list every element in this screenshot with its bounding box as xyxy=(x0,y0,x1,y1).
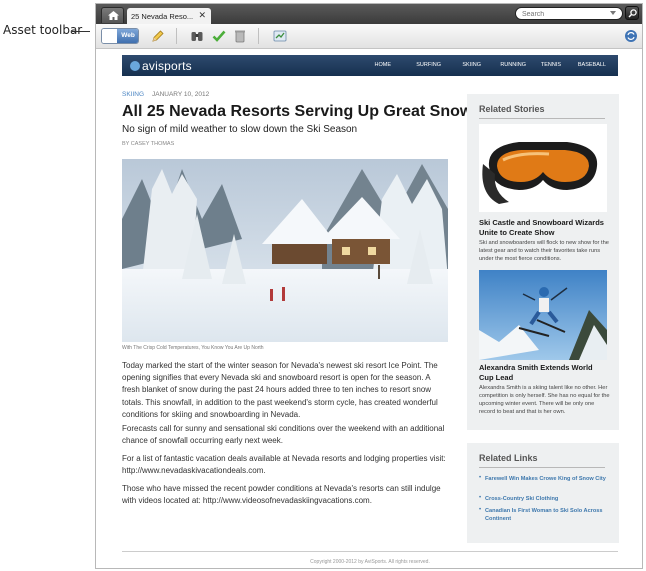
nav-home[interactable]: HOME xyxy=(375,62,392,68)
toolbar-divider xyxy=(176,28,177,44)
nav-running[interactable]: RUNNING xyxy=(500,62,526,68)
image-caption: With The Crisp Cold Temperatures, You Kn… xyxy=(122,345,264,351)
toolbar-divider xyxy=(258,28,259,44)
article-hero-image xyxy=(122,159,448,342)
binoculars-icon xyxy=(191,32,203,41)
search-button[interactable] xyxy=(625,6,639,20)
search-input[interactable] xyxy=(522,9,616,19)
view-mode-web[interactable]: Web xyxy=(117,29,138,43)
footer-divider xyxy=(122,551,618,552)
article-paragraph: Those who have missed the recent powder … xyxy=(122,484,441,506)
site-header: avisports HOME SURFING SKIING RUNNING TE… xyxy=(122,55,618,76)
related-story-summary: Ski and snowboarders will flock to new s… xyxy=(479,240,609,262)
bullet-icon: • xyxy=(479,495,482,501)
trash-icon xyxy=(235,30,245,43)
approve-button[interactable] xyxy=(212,29,226,43)
related-stories-title: Related Stories xyxy=(479,104,545,114)
article-subheadline: No sign of mild weather to slow down the… xyxy=(122,124,358,135)
search-icon xyxy=(628,9,637,18)
nav-tennis[interactable]: TENNIS xyxy=(541,62,561,68)
site-logo[interactable]: avisports xyxy=(130,59,192,73)
view-mode-blank[interactable] xyxy=(102,29,117,43)
related-story-title[interactable]: Ski Castle and Snowboard Wizards Unite t… xyxy=(479,218,609,238)
story-image-goggles[interactable] xyxy=(479,124,607,212)
bullet-icon: • xyxy=(479,507,482,513)
search-dropdown-icon[interactable] xyxy=(610,11,616,15)
view-mode-toggle[interactable]: Web xyxy=(101,28,139,44)
related-links-title: Related Links xyxy=(479,453,538,463)
footer-copyright: Copyright 2000-2012 by AviSports. All ri… xyxy=(310,559,430,565)
nav-skiing[interactable]: SKIING xyxy=(462,62,481,68)
divider xyxy=(479,118,605,119)
home-button[interactable] xyxy=(101,7,124,23)
article-headline: All 25 Nevada Resorts Serving Up Great S… xyxy=(122,103,473,120)
delete-button[interactable] xyxy=(233,29,247,43)
logo-text: avisports xyxy=(142,59,192,73)
article-paragraph: Today marked the start of the winter sea… xyxy=(122,361,438,419)
article-byline: BY CASEY THOMAS xyxy=(122,141,175,147)
publish-icon xyxy=(273,30,287,42)
application-window: 25 Nevada Reso... ✕ Web xyxy=(95,3,643,569)
search-box xyxy=(515,7,623,20)
home-icon xyxy=(108,11,119,20)
pencil-icon xyxy=(152,30,164,42)
logo-icon xyxy=(130,61,140,71)
sync-button[interactable] xyxy=(624,29,638,43)
divider xyxy=(479,467,605,468)
article-date: JANUARY 10, 2012 xyxy=(152,91,210,98)
close-tab-icon[interactable]: ✕ xyxy=(198,10,206,20)
related-story-summary: Alexandra Smith is a skiing talent like … xyxy=(479,385,610,415)
publish-button[interactable] xyxy=(273,29,287,43)
tab-title: 25 Nevada Reso... xyxy=(131,12,194,21)
article-paragraph: Forecasts call for sunny and sensational… xyxy=(122,424,445,446)
related-link[interactable]: Canadian Is First Woman to Ski Solo Acro… xyxy=(485,507,611,523)
edit-button[interactable] xyxy=(151,29,165,43)
tab-bar: 25 Nevada Reso... ✕ xyxy=(96,4,642,24)
sync-icon xyxy=(625,30,637,42)
callout-line xyxy=(72,31,90,32)
article-category[interactable]: SKIING xyxy=(122,91,144,98)
asset-toolbar-callout: Asset toolbar xyxy=(3,23,83,37)
related-story-title[interactable]: Alexandra Smith Extends World Cup Lead xyxy=(479,363,609,383)
related-link[interactable]: Farewell Win Makes Crowe King of Snow Ci… xyxy=(485,475,611,483)
checkmark-icon xyxy=(212,30,226,42)
bullet-icon: • xyxy=(479,475,482,481)
related-stories: Related Stories Ski Castle and Snowboard… xyxy=(467,94,619,430)
asset-toolbar: Web xyxy=(96,24,642,49)
article-paragraph: For a list of fantastic vacation deals a… xyxy=(122,454,446,476)
story-image-skier[interactable] xyxy=(479,270,607,360)
preview-button[interactable] xyxy=(190,29,204,43)
related-links: Related Links • Farewell Win Makes Crowe… xyxy=(467,443,619,543)
related-link[interactable]: Cross-Country Ski Clothing xyxy=(485,495,611,503)
tab-article[interactable]: 25 Nevada Reso... ✕ xyxy=(127,8,211,24)
nav-baseball[interactable]: BASEBALL xyxy=(578,62,606,68)
nav-surfing[interactable]: SURFING xyxy=(416,62,441,68)
